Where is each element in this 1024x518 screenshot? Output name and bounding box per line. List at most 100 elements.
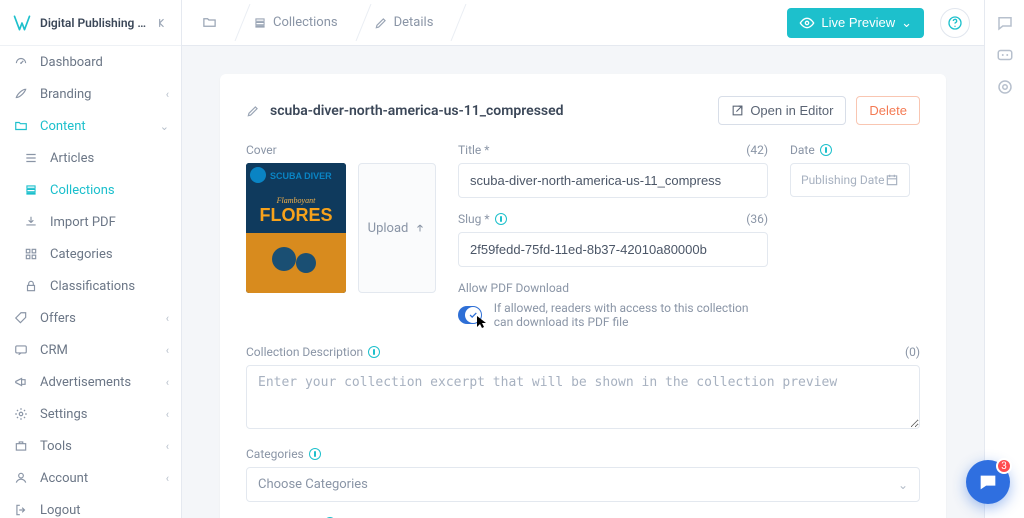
chevron-left-icon: ‹ bbox=[166, 408, 169, 421]
help-button[interactable] bbox=[940, 8, 970, 38]
sidebar-item-branding[interactable]: Branding ‹ bbox=[0, 78, 181, 110]
detail-card: scuba-diver-north-america-us-11_compress… bbox=[220, 74, 946, 518]
chat-launcher[interactable]: 3 bbox=[966, 460, 1010, 504]
svg-text:Flamboyant: Flamboyant bbox=[276, 196, 316, 205]
sidebar-item-settings[interactable]: Settings ‹ bbox=[0, 398, 181, 430]
allow-pdf-label: Allow PDF Download bbox=[458, 281, 569, 295]
logout-icon bbox=[12, 503, 30, 517]
comment-icon[interactable] bbox=[996, 14, 1014, 32]
sidebar-item-categories[interactable]: Categories bbox=[0, 238, 181, 270]
sidebar-label: Tools bbox=[40, 439, 166, 454]
folder-icon bbox=[12, 119, 30, 133]
nav: Dashboard Branding ‹ Content ⌄ Articles … bbox=[0, 46, 181, 518]
card-title-text: scuba-diver-north-america-us-11_compress… bbox=[270, 103, 564, 119]
breadcrumb-label: Details bbox=[394, 15, 434, 30]
live-preview-button[interactable]: Live Preview ⌄ bbox=[787, 8, 924, 38]
delete-button[interactable]: Delete bbox=[856, 96, 920, 125]
upload-label: Upload bbox=[368, 221, 409, 236]
brush-icon bbox=[12, 87, 30, 101]
description-char-count: (0) bbox=[905, 345, 920, 359]
breadcrumb-details[interactable]: Details bbox=[360, 0, 452, 45]
sidebar-item-classifications[interactable]: Classifications bbox=[0, 270, 181, 302]
categories-placeholder: Choose Categories bbox=[258, 477, 368, 492]
chevron-left-icon: ‹ bbox=[166, 344, 169, 357]
sidebar-label: Branding bbox=[40, 87, 166, 102]
sidebar-item-ads[interactable]: Advertisements ‹ bbox=[0, 366, 181, 398]
title-label: Title * bbox=[458, 143, 489, 157]
cover-label: Cover bbox=[246, 143, 277, 157]
chevron-left-icon: ‹ bbox=[166, 472, 169, 485]
brand-name: Digital Publishing H... bbox=[40, 16, 147, 30]
title-char-count: (42) bbox=[746, 143, 768, 157]
breadcrumb-label: Collections bbox=[273, 15, 338, 30]
sidebar-item-logout[interactable]: Logout bbox=[0, 494, 181, 518]
svg-text:FLORES: FLORES bbox=[259, 205, 332, 225]
sidebar-label: Collections bbox=[50, 183, 169, 198]
collapse-sidebar-icon[interactable] bbox=[155, 16, 169, 30]
pencil-icon bbox=[246, 104, 260, 118]
breadcrumb-root[interactable] bbox=[188, 0, 235, 45]
lock-icon bbox=[22, 279, 40, 293]
stack-icon bbox=[22, 183, 40, 197]
title-input[interactable] bbox=[458, 163, 768, 198]
user-icon bbox=[12, 471, 30, 485]
right-rail bbox=[984, 0, 1024, 518]
sidebar-item-content[interactable]: Content ⌄ bbox=[0, 110, 181, 142]
chevron-left-icon: ‹ bbox=[166, 312, 169, 325]
categories-label: Categories bbox=[246, 447, 304, 461]
sidebar-item-import-pdf[interactable]: Import PDF bbox=[0, 206, 181, 238]
sidebar-label: Dashboard bbox=[40, 55, 169, 70]
brand-logo bbox=[12, 13, 32, 33]
slug-input[interactable] bbox=[458, 232, 768, 267]
list-icon bbox=[22, 151, 40, 165]
discord-icon[interactable] bbox=[996, 46, 1014, 64]
pencil-icon bbox=[374, 16, 388, 30]
eye-icon bbox=[799, 15, 815, 31]
breadcrumb-collections[interactable]: Collections bbox=[239, 0, 356, 45]
cover-thumbnail[interactable]: SCUBA DIVER Flamboyant FLORES bbox=[246, 163, 346, 293]
info-icon[interactable] bbox=[309, 448, 321, 460]
info-icon[interactable] bbox=[495, 213, 507, 225]
date-picker[interactable]: Publishing Date bbox=[790, 163, 910, 197]
date-placeholder: Publishing Date bbox=[801, 173, 885, 187]
info-icon[interactable] bbox=[820, 144, 832, 156]
calendar-icon bbox=[885, 173, 899, 187]
slug-label: Slug * bbox=[458, 212, 490, 226]
svg-text:SCUBA DIVER: SCUBA DIVER bbox=[270, 171, 332, 181]
sidebar-item-offers[interactable]: Offers ‹ bbox=[0, 302, 181, 334]
cursor-icon bbox=[476, 315, 488, 329]
upload-cover-button[interactable]: Upload bbox=[358, 163, 436, 293]
sidebar-item-account[interactable]: Account ‹ bbox=[0, 462, 181, 494]
chevron-left-icon: ‹ bbox=[166, 88, 169, 101]
sidebar-label: Account bbox=[40, 471, 166, 486]
date-label: Date bbox=[790, 143, 815, 157]
chevron-left-icon: ‹ bbox=[166, 440, 169, 453]
target-icon[interactable] bbox=[996, 78, 1014, 96]
chevron-down-icon: ⌄ bbox=[160, 120, 169, 133]
sidebar-label: Advertisements bbox=[40, 375, 166, 390]
toolbox-icon bbox=[12, 439, 30, 453]
sidebar-item-collections[interactable]: Collections bbox=[0, 174, 181, 206]
sidebar-label: Settings bbox=[40, 407, 166, 422]
content: scuba-diver-north-america-us-11_compress… bbox=[182, 46, 984, 518]
megaphone-icon bbox=[12, 375, 30, 389]
sidebar-label: Articles bbox=[50, 151, 169, 166]
live-preview-label: Live Preview bbox=[821, 15, 895, 30]
tag-icon bbox=[12, 311, 30, 325]
sidebar-item-articles[interactable]: Articles bbox=[0, 142, 181, 174]
sidebar-item-tools[interactable]: Tools ‹ bbox=[0, 430, 181, 462]
chat-icon-small bbox=[12, 343, 30, 357]
chevron-down-icon: ⌄ bbox=[898, 478, 908, 492]
sidebar-label: Categories bbox=[50, 247, 169, 262]
categories-select[interactable]: Choose Categories ⌄ bbox=[246, 467, 920, 502]
question-icon bbox=[947, 15, 963, 31]
slug-char-count: (36) bbox=[746, 212, 768, 226]
description-textarea[interactable] bbox=[246, 365, 920, 429]
info-icon[interactable] bbox=[368, 346, 380, 358]
folder-icon bbox=[202, 15, 217, 30]
open-editor-button[interactable]: Open in Editor bbox=[718, 96, 846, 125]
sidebar-item-dashboard[interactable]: Dashboard bbox=[0, 46, 181, 78]
chevron-left-icon: ‹ bbox=[166, 376, 169, 389]
sidebar-label: Logout bbox=[40, 503, 169, 518]
sidebar-item-crm[interactable]: CRM ‹ bbox=[0, 334, 181, 366]
